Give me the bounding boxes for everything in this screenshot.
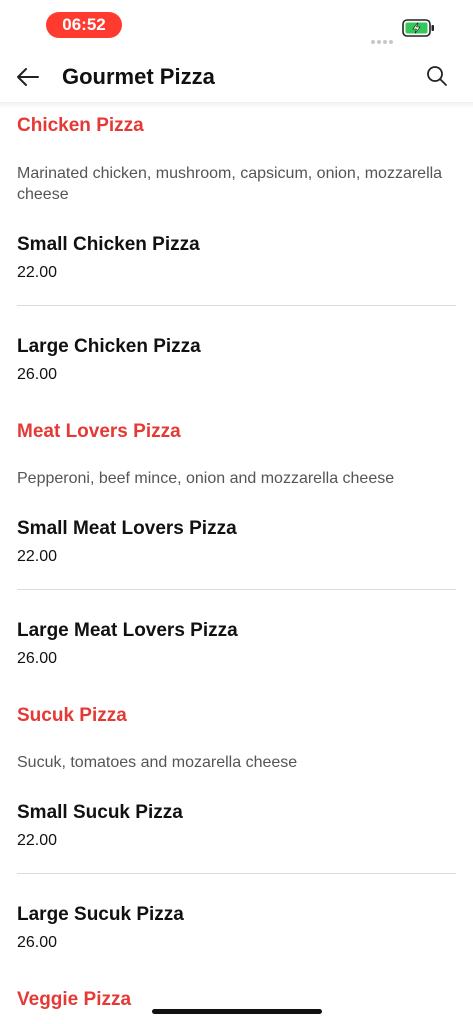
item-name: Small Meat Lovers Pizza — [17, 518, 237, 539]
status-bar: 06:52 — [0, 0, 473, 50]
item-name: Large Meat Lovers Pizza — [17, 620, 238, 641]
item-price: 22.00 — [17, 548, 58, 565]
home-indicator[interactable] — [152, 1009, 322, 1014]
item-price: 22.00 — [17, 832, 58, 849]
category-header: Sucuk Pizza — [17, 704, 456, 728]
category-title: Chicken Pizza — [17, 115, 144, 136]
search-icon[interactable] — [425, 64, 449, 88]
category-description: Marinated chicken, mushroom, capsicum, o… — [17, 163, 456, 205]
signal-icon — [371, 31, 397, 44]
category-header: Chicken Pizza — [17, 114, 456, 138]
arrow-left-icon[interactable] — [14, 63, 42, 91]
item-price: 26.00 — [17, 366, 58, 383]
category-description: Pepperoni, beef mince, onion and mozzare… — [17, 468, 456, 489]
screen: 06:52 Gourmet Pizza Chicken Pizza Marina… — [0, 0, 473, 1024]
header-shadow — [0, 102, 473, 108]
category-desc-text: Marinated chicken, mushroom, capsicum, o… — [17, 165, 443, 203]
status-time: 06:52 — [46, 12, 122, 38]
page-title: Gourmet Pizza — [62, 64, 215, 89]
item-price: 26.00 — [17, 650, 58, 667]
menu-item[interactable]: Small Meat Lovers Pizza 22.00 — [17, 517, 456, 567]
item-name: Large Sucuk Pizza — [17, 904, 184, 925]
app-header: Gourmet Pizza — [0, 50, 473, 102]
menu-item[interactable]: Large Meat Lovers Pizza 26.00 — [17, 619, 456, 669]
item-name: Small Chicken Pizza — [17, 234, 200, 255]
category-desc-text: Pepperoni, beef mince, onion and mozzare… — [17, 470, 395, 487]
category-title: Meat Lovers Pizza — [17, 421, 181, 442]
item-price: 22.00 — [17, 264, 58, 281]
divider — [17, 873, 456, 874]
menu-item[interactable]: Large Sucuk Pizza 26.00 — [17, 903, 456, 953]
menu-item[interactable]: Large Chicken Pizza 26.00 — [17, 335, 456, 385]
menu-item[interactable]: Small Sucuk Pizza 22.00 — [17, 801, 456, 851]
category-title: Sucuk Pizza — [17, 705, 127, 726]
item-price: 26.00 — [17, 934, 58, 951]
category-desc-text: Sucuk, tomatoes and mozarella cheese — [17, 754, 298, 771]
divider — [17, 305, 456, 306]
divider — [17, 589, 456, 590]
item-name: Small Sucuk Pizza — [17, 802, 183, 823]
category-description: Sucuk, tomatoes and mozarella cheese — [17, 752, 456, 773]
menu-item[interactable]: Small Chicken Pizza 22.00 — [17, 233, 456, 283]
battery-icon — [402, 19, 434, 37]
item-name: Large Chicken Pizza — [17, 336, 201, 357]
category-header: Meat Lovers Pizza — [17, 420, 456, 444]
